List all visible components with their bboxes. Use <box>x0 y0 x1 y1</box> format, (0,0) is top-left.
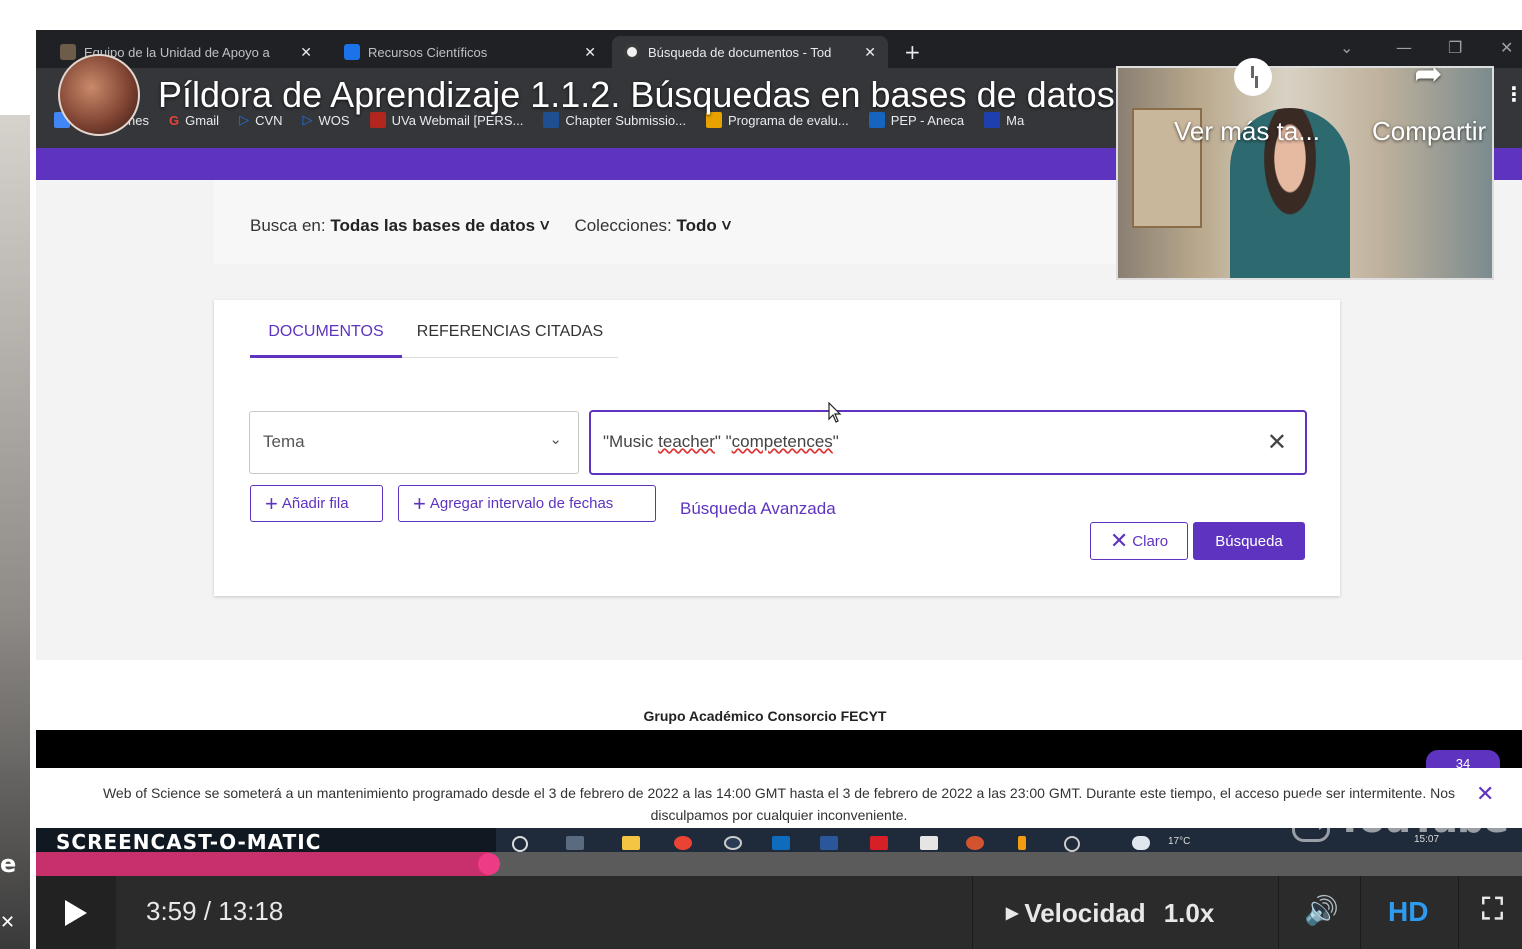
search-query-input[interactable]: "Music teacher" "competences" ✕ <box>589 410 1307 475</box>
vlc-icon[interactable] <box>1018 836 1026 850</box>
chevron-down-icon[interactable]: ˅ <box>717 216 732 235</box>
left-cut-icon: ✕ <box>0 912 16 933</box>
speed-control[interactable]: ▶ Velocidad 1.0x <box>1006 898 1214 929</box>
progress-fill <box>36 852 489 876</box>
screencast-logo: SCREENCAST-O-MATIC <box>56 830 322 854</box>
control-divider <box>1278 876 1279 949</box>
search-button[interactable]: Búsqueda <box>1193 522 1305 560</box>
new-tab-button[interactable]: + <box>904 40 921 64</box>
outlook-icon[interactable] <box>772 836 790 850</box>
search-icon[interactable] <box>512 836 528 852</box>
control-divider <box>1360 876 1361 949</box>
weather-icon <box>1132 836 1150 850</box>
add-row-button[interactable]: + Añadir fila <box>250 485 383 522</box>
control-divider <box>1458 876 1459 949</box>
clarivate-favicon-icon <box>624 44 640 60</box>
speed-value: 1.0x <box>1163 898 1215 928</box>
footer-text: Grupo Académico Consorcio FECYT <box>643 708 887 724</box>
search-field-value: Tema <box>263 432 305 451</box>
watch-later-label[interactable]: Ver más ta... <box>1174 116 1320 147</box>
screen: e ✕ Equipo de la Unidad de Apoyo a ✕ Rec… <box>0 0 1522 949</box>
advanced-search-link[interactable]: Búsqueda Avanzada <box>680 499 836 519</box>
add-date-range-button[interactable]: + Agregar intervalo de fechas <box>398 485 656 522</box>
volume-icon[interactable]: 🔊 <box>1304 894 1339 927</box>
collections-dropdown[interactable]: Todo <box>677 216 717 235</box>
progress-bar[interactable] <box>36 852 1522 876</box>
play-button[interactable] <box>36 876 116 949</box>
file-explorer-icon[interactable] <box>622 836 640 850</box>
browser-tab-recursos[interactable]: Recursos Científicos ✕ <box>332 36 608 68</box>
plus-icon: + <box>265 490 278 516</box>
tab-referencias-citadas[interactable]: REFERENCIAS CITADAS <box>402 312 618 358</box>
tab-label: Búsqueda de documentos - Tod <box>648 44 832 60</box>
share-arrow-icon[interactable]: ➦ <box>1414 54 1443 94</box>
acrobat-icon[interactable] <box>870 836 888 850</box>
search-in-dropdown[interactable]: Todas las bases de datos <box>330 216 535 235</box>
watch-later-clock-icon[interactable] <box>1234 58 1272 96</box>
mouse-cursor-icon <box>828 402 842 423</box>
control-divider <box>972 876 973 949</box>
top-background-strip <box>36 0 1522 30</box>
youtube-play-icon <box>1292 796 1336 842</box>
left-cut-text: e <box>0 850 17 878</box>
caret-right-icon: ▶ <box>1006 905 1019 922</box>
task-view-icon[interactable] <box>566 836 584 850</box>
search-field-select[interactable]: Tema ⌄ <box>249 411 579 474</box>
search-scope: Busca en: Todas las bases de datos ˅ Col… <box>250 216 731 236</box>
fecyt-favicon-icon <box>344 44 360 60</box>
video-title[interactable]: Píldora de Aprendizaje 1.1.2. Búsquedas … <box>158 74 1115 116</box>
word-icon[interactable] <box>820 836 838 850</box>
play-icon <box>65 899 87 926</box>
channel-avatar[interactable] <box>58 54 140 136</box>
close-icon: ✕ <box>1109 528 1129 554</box>
tab-label: Recursos Científicos <box>368 44 488 60</box>
chevron-down-icon[interactable]: ˅ <box>535 216 550 235</box>
left-background-strip: e ✕ <box>0 0 36 949</box>
browser-tab-busqueda[interactable]: Búsqueda de documentos - Tod ✕ <box>612 36 888 68</box>
time-display: 3:59 / 13:18 <box>146 896 284 926</box>
clear-query-icon[interactable]: ✕ <box>1267 428 1287 456</box>
progress-handle[interactable] <box>478 853 500 875</box>
paint-icon[interactable] <box>920 836 938 850</box>
dark-band <box>36 730 1522 770</box>
close-tab-icon[interactable]: ✕ <box>584 44 596 61</box>
fullscreen-icon[interactable]: ⛶ <box>1482 892 1503 927</box>
share-label[interactable]: Compartir <box>1372 116 1486 147</box>
weather-temperature: 17°C <box>1168 836 1191 847</box>
search-tabs: DOCUMENTOS REFERENCIAS CITADAS <box>250 312 618 358</box>
powerpoint-icon[interactable] <box>966 836 984 850</box>
hd-toggle[interactable]: HD <box>1388 896 1428 928</box>
youtube-watermark[interactable]: YouTube <box>1292 792 1509 846</box>
close-window-icon[interactable]: ✕ <box>1500 38 1513 57</box>
search-in-label: Busca en: <box>250 216 326 235</box>
uva-favicon-icon <box>60 44 76 60</box>
chevron-down-icon: ⌄ <box>549 431 562 448</box>
collections-label: Colecciones: <box>574 216 672 235</box>
presenter-webcam <box>1116 66 1494 280</box>
cortana-icon[interactable] <box>1064 836 1080 852</box>
restore-icon[interactable]: ❐ <box>1448 38 1462 57</box>
plus-icon: + <box>413 490 426 516</box>
close-tab-icon[interactable]: ✕ <box>300 44 312 61</box>
close-tab-icon[interactable]: ✕ <box>864 44 876 61</box>
tab-documentos[interactable]: DOCUMENTOS <box>250 312 402 358</box>
more-options-icon[interactable]: ⋮ <box>1504 82 1522 106</box>
player-controls: 3:59 / 13:18 ▶ Velocidad 1.0x 🔊 HD ⛶ <box>36 876 1522 949</box>
record-icon[interactable] <box>724 836 742 850</box>
video-player[interactable]: Equipo de la Unidad de Apoyo a ✕ Recurso… <box>36 30 1522 949</box>
minimize-icon[interactable]: — <box>1396 38 1412 57</box>
left-background-photo <box>0 115 30 949</box>
browser-tab-bar: Equipo de la Unidad de Apoyo a ✕ Recurso… <box>36 30 1522 68</box>
clear-button[interactable]: ✕ Claro <box>1090 522 1188 560</box>
recorded-with-label: RECORDED WITH <box>56 806 141 816</box>
chrome-icon[interactable] <box>674 836 692 850</box>
youtube-wordmark: YouTube <box>1336 797 1509 841</box>
tab-search-icon[interactable]: ⌄ <box>1340 38 1353 57</box>
